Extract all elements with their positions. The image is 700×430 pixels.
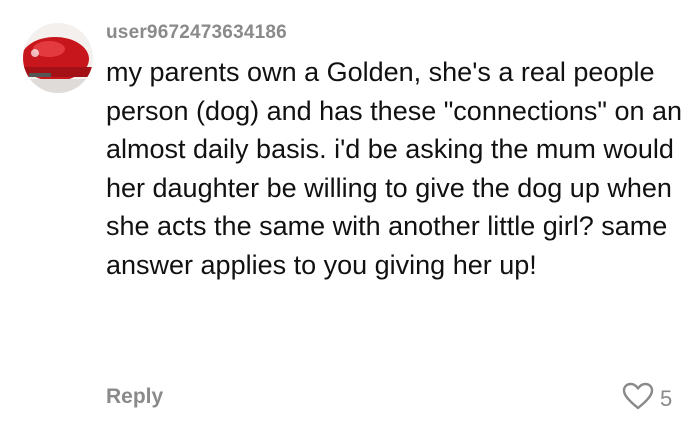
comment-text: my parents own a Golden, she's a real pe… [106, 57, 683, 280]
comment-card: user9672473634186 my parents own a Golde… [0, 0, 700, 430]
username[interactable]: user9672473634186 [106, 22, 287, 44]
avatar-image [23, 23, 93, 93]
like-button[interactable]: 5 [622, 382, 672, 415]
heart-outline-icon [622, 382, 654, 415]
reply-button[interactable]: Reply [106, 385, 163, 409]
avatar[interactable] [23, 23, 93, 93]
like-count: 5 [660, 385, 673, 411]
